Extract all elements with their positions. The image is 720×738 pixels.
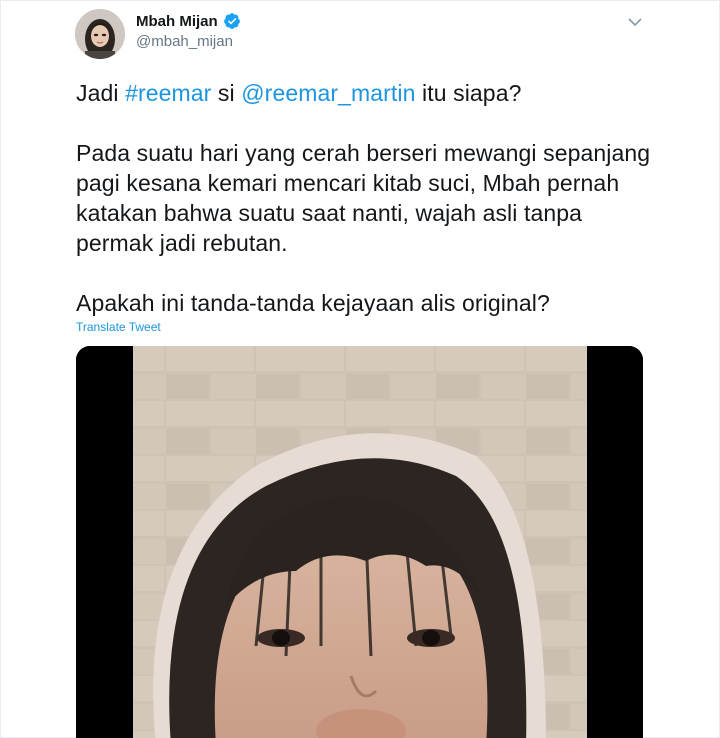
author-display-name[interactable]: Mbah Mijan bbox=[136, 13, 218, 30]
video-media[interactable] bbox=[76, 346, 643, 738]
author-handle[interactable]: @mbah_mijan bbox=[136, 33, 233, 50]
text-segment: itu siapa? bbox=[415, 80, 522, 106]
translate-tweet-link[interactable]: Translate Tweet bbox=[76, 320, 161, 334]
author-name-row[interactable]: Mbah Mijan bbox=[136, 12, 241, 30]
avatar-image bbox=[75, 9, 125, 59]
verified-badge-icon bbox=[223, 12, 241, 30]
tweet-paragraph-line: katakan bahwa suatu saat nanti, wajah as… bbox=[76, 200, 583, 226]
tweet-paragraph-line: Apakah ini tanda-tanda kejayaan alis ori… bbox=[76, 290, 550, 316]
hashtag-link[interactable]: #reemar bbox=[125, 80, 211, 106]
tweet-line-1: Jadi #reemar si @reemar_martin itu siapa… bbox=[76, 78, 676, 108]
tweet-paragraph-line: permak jadi rebutan. bbox=[76, 230, 288, 256]
text-segment: si bbox=[211, 80, 242, 106]
chevron-down-icon[interactable] bbox=[626, 13, 644, 31]
tweet-text: Jadi #reemar si @reemar_martin itu siapa… bbox=[76, 78, 676, 318]
tweet-paragraph-line: Pada suatu hari yang cerah berseri mewan… bbox=[76, 140, 651, 166]
video-frame-image bbox=[76, 346, 643, 738]
mention-link[interactable]: @reemar_martin bbox=[241, 80, 415, 106]
text-segment: Jadi bbox=[76, 80, 126, 106]
avatar[interactable] bbox=[75, 9, 125, 59]
tweet-paragraph-line: pagi kesana kemari mencari kitab suci, M… bbox=[76, 170, 620, 196]
